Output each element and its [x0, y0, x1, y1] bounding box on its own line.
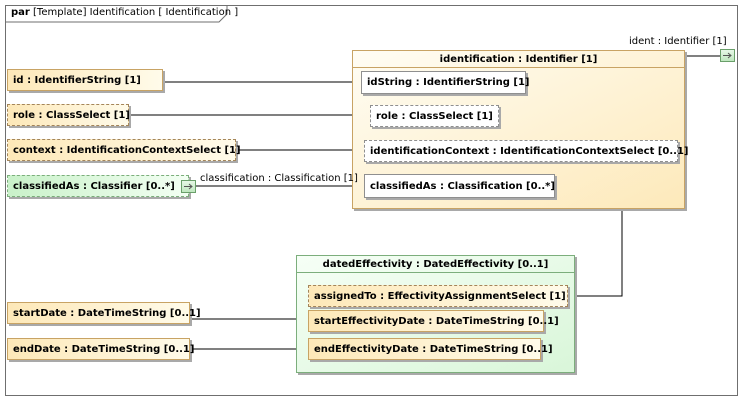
- classification-connector-label: classification : Classification [1]: [200, 173, 358, 184]
- part-role[interactable]: role : ClassSelect [1]: [370, 105, 499, 127]
- part-identification-context[interactable]: identificationContext : IdentificationCo…: [364, 140, 689, 162]
- property-id[interactable]: id : IdentifierString [1]: [7, 69, 163, 91]
- property-role[interactable]: role : ClassSelect [1]: [7, 104, 130, 126]
- part-classifiedas[interactable]: classifiedAs : Classification [0..*]: [364, 174, 555, 198]
- part-end-effectivity-date[interactable]: endEffectivityDate : DateTimeString [0..…: [308, 338, 553, 360]
- ident-port[interactable]: [720, 49, 735, 62]
- part-idstring[interactable]: idString : IdentifierString [1]: [361, 71, 529, 94]
- property-classifiedas[interactable]: classifiedAs : Classifier [0..*]: [7, 175, 189, 197]
- property-startdate[interactable]: startDate : DateTimeString [0..1]: [7, 302, 201, 324]
- connector-assigned: [568, 209, 623, 297]
- ident-port-label: ident : Identifier [1]: [629, 36, 727, 47]
- part-assignedto[interactable]: assignedTo : EffectivityAssignmentSelect…: [308, 285, 568, 307]
- port-arrow-icon: [723, 52, 732, 59]
- identification-block-title: identification : Identifier [1]: [353, 54, 684, 68]
- part-start-effectivity-date[interactable]: startEffectivityDate : DateTimeString [0…: [308, 310, 559, 332]
- property-enddate[interactable]: endDate : DateTimeString [0..1]: [7, 338, 194, 360]
- classifiedas-port[interactable]: [181, 180, 196, 193]
- property-context[interactable]: context : IdentificationContextSelect [1…: [7, 139, 241, 161]
- port-arrow-icon: [184, 183, 193, 190]
- dated-effectivity-block-title: datedEffectivity : DatedEffectivity [0..…: [297, 259, 574, 273]
